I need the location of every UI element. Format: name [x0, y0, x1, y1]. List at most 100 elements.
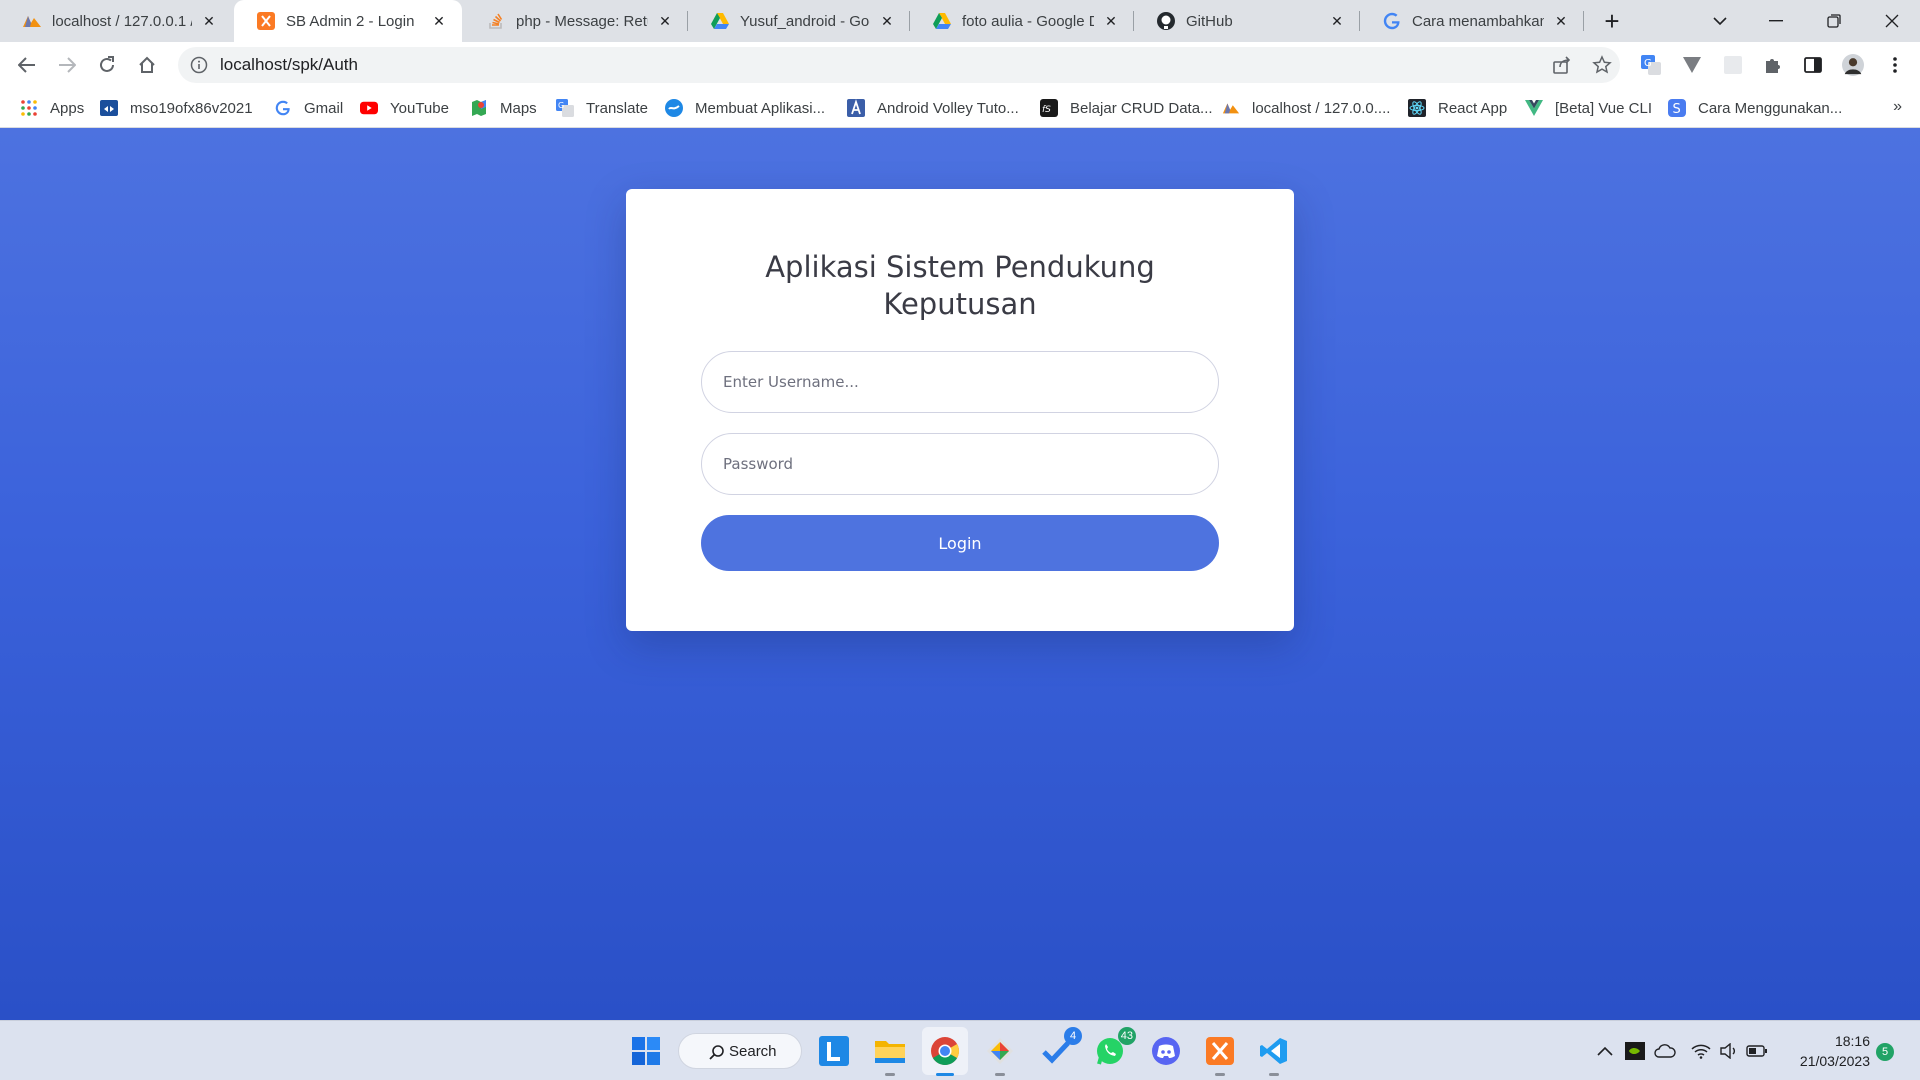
reload-button[interactable]: [91, 49, 123, 81]
close-icon[interactable]: ✕: [656, 12, 674, 30]
bookmark-cara-menggunakan[interactable]: S Cara Menggunakan...: [1668, 88, 1842, 128]
forward-button[interactable]: [51, 49, 83, 81]
restore-button[interactable]: [1806, 0, 1862, 42]
close-icon[interactable]: ✕: [200, 12, 218, 30]
phpmyadmin-icon: [1222, 99, 1240, 117]
profile-avatar[interactable]: [1842, 54, 1864, 76]
xampp-taskbar-icon[interactable]: [1202, 1033, 1238, 1076]
bookmark-youtube[interactable]: YouTube: [360, 88, 449, 128]
bookmark-translate[interactable]: G Translate: [556, 88, 648, 128]
nvidia-icon[interactable]: [1624, 1041, 1646, 1061]
bookmark-android-volley[interactable]: Android Volley Tuto...: [847, 88, 1019, 128]
bookmark-react-app[interactable]: React App: [1408, 88, 1507, 128]
bookmark-belajar-crud[interactable]: fS Belajar CRUD Data...: [1040, 88, 1213, 128]
side-panel-icon[interactable]: [1802, 54, 1824, 76]
tab-foto-aulia-drive[interactable]: foto aulia - Google Dr ✕: [910, 0, 1134, 42]
tab-phpmyadmin[interactable]: localhost / 127.0.0.1 / ✕: [0, 0, 232, 42]
reload-icon: [100, 56, 114, 72]
home-button[interactable]: [131, 49, 163, 81]
page-title: Aplikasi Sistem Pendukung Keputusan: [765, 250, 1155, 321]
xampp-icon: [256, 11, 276, 31]
bookmark-vue-cli[interactable]: [Beta] Vue CLI: [1525, 88, 1652, 128]
new-tab-button[interactable]: +: [1598, 6, 1626, 36]
translate-extension-icon[interactable]: G: [1640, 54, 1662, 76]
vuetify-extension-icon[interactable]: [1681, 54, 1703, 76]
more-bookmarks-button[interactable]: »: [1893, 98, 1902, 116]
back-button[interactable]: [11, 49, 43, 81]
close-icon[interactable]: ✕: [1328, 12, 1346, 30]
bookmark-apps[interactable]: Apps: [20, 88, 84, 128]
login-card: Aplikasi Sistem Pendukung Keputusan Logi…: [626, 189, 1294, 631]
svg-text:G: G: [558, 101, 564, 110]
close-icon[interactable]: ✕: [1552, 12, 1570, 30]
blank-extension-icon[interactable]: [1722, 54, 1744, 76]
chrome-taskbar-icon[interactable]: [927, 1033, 963, 1076]
bookmark-mso19ofx86v2021[interactable]: mso19ofx86v2021: [100, 88, 253, 128]
minimize-button[interactable]: [1748, 0, 1804, 42]
start-button[interactable]: [628, 1033, 664, 1069]
tab-search-button[interactable]: [1692, 0, 1748, 42]
tab-cara-menambahkan[interactable]: Cara menambahkan g ✕: [1360, 0, 1584, 42]
share-icon[interactable]: [1552, 55, 1572, 75]
discord-icon[interactable]: [1148, 1033, 1184, 1069]
login-page: Aplikasi Sistem Pendukung Keputusan Logi…: [0, 128, 1920, 1020]
apps-grid-icon: [20, 99, 38, 117]
maps-icon: [470, 99, 488, 117]
close-icon[interactable]: ✕: [878, 12, 896, 30]
clock-time: 18:16: [1834, 1033, 1870, 1049]
username-input[interactable]: [701, 351, 1219, 413]
launcher-app-icon[interactable]: [816, 1033, 852, 1069]
tab-sb-admin-login[interactable]: SB Admin 2 - Login ✕: [234, 0, 462, 42]
volume-icon[interactable]: [1718, 1041, 1740, 1061]
star-icon[interactable]: [1592, 55, 1612, 75]
address-bar[interactable]: localhost/spk/Auth: [178, 47, 1620, 83]
file-explorer-icon[interactable]: [872, 1033, 908, 1076]
github-icon: [1156, 11, 1176, 31]
youtube-icon: [360, 99, 378, 117]
bookmark-gmail[interactable]: Gmail: [274, 88, 343, 128]
more-menu-icon[interactable]: [1884, 54, 1906, 76]
bookmark-membuat-aplikasi[interactable]: Membuat Aplikasi...: [665, 88, 825, 128]
wifi-icon[interactable]: [1690, 1041, 1712, 1061]
address-url[interactable]: localhost/spk/Auth: [220, 55, 358, 75]
paint-app-icon[interactable]: [982, 1033, 1018, 1076]
whatsapp-icon[interactable]: 43: [1092, 1027, 1136, 1069]
bookmark-maps[interactable]: Maps: [470, 88, 537, 128]
svg-text:S: S: [1673, 102, 1681, 117]
login-button[interactable]: Login: [701, 515, 1219, 571]
notification-badge[interactable]: 5: [1876, 1043, 1894, 1061]
search-icon: [709, 1045, 724, 1060]
google-icon: [274, 99, 292, 117]
minimize-icon: [1769, 20, 1783, 22]
close-icon[interactable]: ✕: [430, 12, 448, 30]
stackoverflow-icon: [486, 11, 506, 31]
chevron-up-icon[interactable]: [1594, 1041, 1616, 1061]
close-icon[interactable]: ✕: [1102, 12, 1120, 30]
tab-strip: localhost / 127.0.0.1 / ✕ SB Admin 2 - L…: [0, 0, 1920, 42]
todo-app-icon[interactable]: 4: [1038, 1027, 1082, 1069]
bookmark-site-icon: [665, 99, 683, 117]
close-window-button[interactable]: [1864, 0, 1920, 42]
tab-github[interactable]: GitHub ✕: [1134, 0, 1360, 42]
tab-php-message[interactable]: php - Message: Return ✕: [464, 0, 688, 42]
password-input[interactable]: [701, 433, 1219, 495]
taskbar-clock[interactable]: 18:16 21/03/2023: [1780, 1031, 1870, 1071]
info-icon[interactable]: [190, 56, 208, 74]
close-icon: [1885, 14, 1899, 28]
bookmark-site-icon: [100, 99, 118, 117]
translate-icon: G: [556, 99, 574, 117]
google-icon: [1382, 11, 1402, 31]
google-drive-icon: [710, 11, 730, 31]
vscode-icon[interactable]: [1256, 1033, 1292, 1076]
tab-yusuf-android-drive[interactable]: Yusuf_android - Goog ✕: [688, 0, 910, 42]
taskbar-search[interactable]: Search: [678, 1033, 802, 1069]
puzzle-extensions-icon[interactable]: [1762, 54, 1784, 76]
browser-toolbar: localhost/spk/Auth G: [0, 42, 1920, 88]
phpmyadmin-icon: [22, 11, 42, 31]
bookmark-localhost-phpmyadmin[interactable]: localhost / 127.0.0....: [1222, 88, 1390, 128]
chevron-down-icon: [1713, 17, 1727, 26]
battery-icon[interactable]: [1746, 1041, 1768, 1061]
cloud-icon[interactable]: [1654, 1041, 1676, 1061]
home-icon: [139, 56, 155, 73]
react-icon: [1408, 99, 1426, 117]
